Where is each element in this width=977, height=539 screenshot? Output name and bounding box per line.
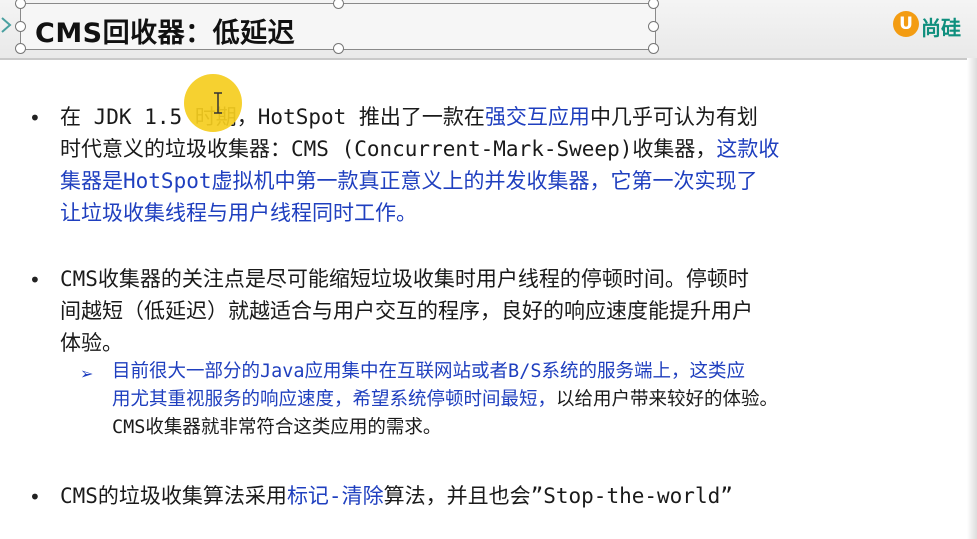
bullet-2-text: CMS收集器的关注点是尽可能缩短垃圾收集时用户线程的停顿时间。停顿时 间越短（低… [60, 263, 960, 359]
resize-handle-ml[interactable] [15, 21, 26, 32]
sub-bullet-arrow-icon: ➢ [80, 364, 94, 383]
slide-title: CMS回收器：低延迟 [35, 18, 296, 49]
sub-line-2: 用尤其重视服务的响应速度，希望系统停顿时间最短，以给用户带来较好的体验。 [112, 389, 779, 410]
logo-icon: U [893, 11, 919, 37]
logo-text: 尚硅 [921, 16, 961, 40]
brand-logo: U 尚硅 [893, 9, 977, 41]
resize-handle-bm[interactable] [333, 43, 344, 54]
sub-line-1: 目前很大一部分的Java应用集中在互联网站或者B/S系统的服务端上，这类应 [112, 361, 745, 382]
resize-handle-mr[interactable] [648, 21, 659, 32]
bullet-1-line-4: 让垃圾收集线程与用户线程同时工作。 [60, 201, 417, 225]
sub-line-3: CMS收集器就非常符合这类应用的需求。 [112, 417, 442, 438]
resize-handle-tm[interactable] [333, 0, 344, 9]
resize-handle-tl[interactable] [15, 0, 26, 9]
bullet-1-line-2: 时代意义的垃圾收集器：CMS (Concurrent-Mark-Sweep)收集… [60, 137, 780, 161]
bullet-3-line-1: CMS的垃圾收集算法采用标记-清除算法，并且也会”Stop-the-world” [60, 484, 733, 508]
bullet-2-line-2: 间越短（低延迟）就越适合与用户交互的程序，良好的响应速度能提升用户 [60, 299, 753, 323]
bullet-2-line-1: CMS收集器的关注点是尽可能缩短垃圾收集时用户线程的停顿时间。停顿时 [60, 267, 749, 291]
title-textbox[interactable]: CMS回收器：低延迟 [15, 0, 659, 54]
slide-header: CMS回收器：低延迟 U 尚硅 [0, 0, 977, 60]
resize-handle-bl[interactable] [15, 43, 26, 54]
bullet-marker: • [29, 485, 41, 509]
bullet-marker: • [29, 106, 41, 130]
bullet-1-line-3: 集器是HotSpot虚拟机中第一款真正意义上的并发收集器，它第一次实现了 [60, 169, 758, 193]
bullet-2-line-3: 体验。 [60, 331, 123, 355]
bullet-3-text: CMS的垃圾收集算法采用标记-清除算法，并且也会”Stop-the-world” [60, 480, 960, 512]
resize-handle-br[interactable] [648, 43, 659, 54]
scroll-edge [967, 58, 977, 539]
bullet-2-sub-text: 目前很大一部分的Java应用集中在互联网站或者B/S系统的服务端上，这类应 用尤… [112, 358, 962, 442]
bullet-marker: • [29, 268, 41, 292]
text-cursor-icon [214, 92, 222, 114]
chevron-right-icon [1, 17, 12, 33]
resize-handle-tr[interactable] [648, 0, 659, 9]
